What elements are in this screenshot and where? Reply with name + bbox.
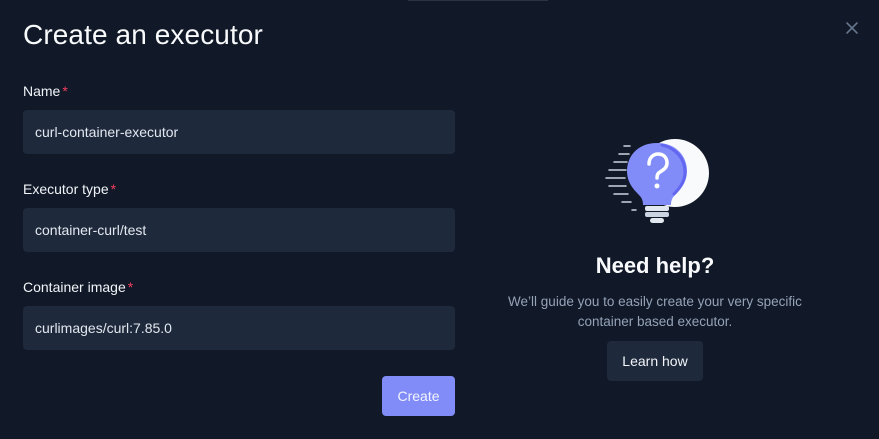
modal-top-divider (408, 0, 548, 1)
container-image-label-text: Container image (23, 279, 126, 295)
executor-type-input[interactable] (23, 208, 455, 252)
close-icon[interactable] (841, 17, 863, 39)
executor-type-label-text: Executor type (23, 181, 109, 197)
create-button[interactable]: Create (382, 376, 455, 416)
executor-type-label: Executor type * (23, 181, 116, 197)
container-image-input[interactable] (23, 306, 455, 350)
required-marker: * (127, 279, 134, 295)
learn-how-button[interactable]: Learn how (607, 341, 703, 381)
lightbulb-question-icon (600, 135, 715, 230)
required-marker: * (62, 83, 68, 99)
create-executor-modal: Create an executor Name* Executor type* … (0, 0, 879, 439)
name-label: Name * (23, 83, 68, 99)
modal-title: Create an executor (23, 19, 263, 50)
help-title: Need help? (595, 253, 715, 278)
help-description: We’ll guide you to easily create your ve… (508, 294, 802, 329)
required-marker: * (110, 181, 117, 197)
name-label-text: Name (23, 83, 61, 99)
container-image-label: Container image * (23, 279, 133, 295)
name-input[interactable] (23, 110, 455, 154)
